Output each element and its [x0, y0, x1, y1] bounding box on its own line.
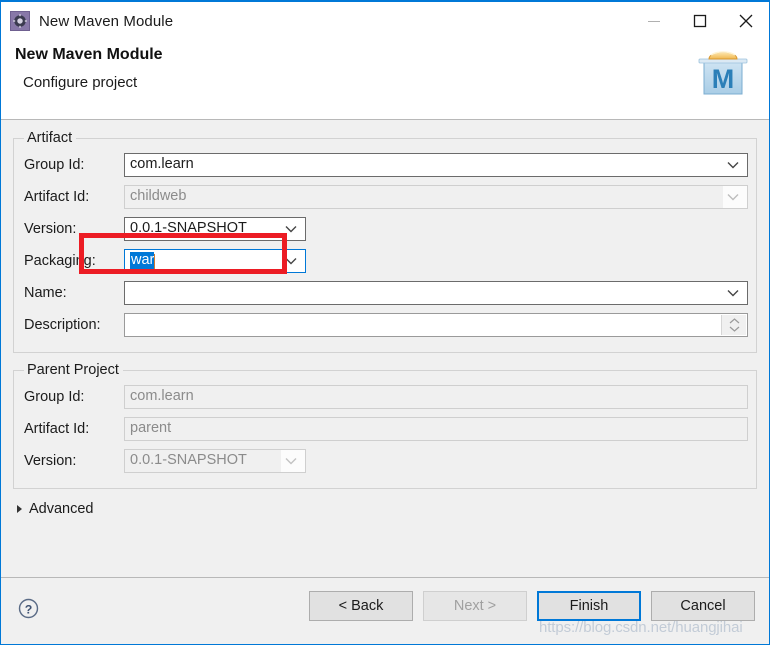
parent-project-group-legend: Parent Project: [27, 362, 119, 378]
parent-artifact-id-input: parent: [124, 417, 748, 441]
text-caret: [154, 253, 156, 269]
parent-artifact-id-label: Artifact Id:: [24, 421, 90, 437]
back-button[interactable]: < Back: [309, 591, 413, 621]
artifact-description-label: Description:: [24, 317, 101, 333]
chevron-down-icon: [285, 458, 297, 465]
chevron-right-icon: [17, 505, 22, 513]
advanced-expander[interactable]: Advanced: [13, 498, 757, 517]
artifact-name-row: Name:: [22, 278, 748, 308]
artifact-version-label: Version:: [24, 221, 77, 237]
artifact-group: Artifact Group Id: com.learn Artifact Id…: [13, 130, 757, 353]
parent-group-id-value: com.learn: [130, 388, 194, 405]
artifact-packaging-row: Packaging: war: [22, 246, 748, 276]
chevron-down-icon: [285, 226, 297, 233]
watermark-text: https://blog.csdn.net/huangjihai: [539, 619, 743, 636]
parent-project-group: Parent Project Group Id: com.learn Artif…: [13, 362, 757, 489]
artifact-group-id-value: com.learn: [130, 156, 194, 173]
close-icon: [739, 14, 753, 28]
maximize-button[interactable]: [677, 2, 723, 40]
advanced-label: Advanced: [29, 501, 94, 517]
title-bar: New Maven Module: [1, 2, 769, 40]
artifact-description-row: Description:: [22, 310, 748, 340]
artifact-group-id-row: Group Id: com.learn: [22, 150, 748, 180]
svg-text:?: ?: [25, 602, 33, 616]
artifact-version-combo[interactable]: 0.0.1-SNAPSHOT: [124, 217, 306, 241]
new-maven-module-dialog: New Maven Module New Maven Module Config…: [0, 0, 770, 645]
parent-group-id-row: Group Id: com.learn: [22, 382, 748, 412]
wizard-header: New Maven Module Configure project M: [1, 40, 769, 120]
parent-version-label: Version:: [24, 453, 77, 469]
artifact-description-input[interactable]: [124, 313, 748, 337]
page-title: New Maven Module: [15, 46, 163, 63]
parent-artifact-id-value: parent: [130, 420, 172, 437]
chevron-up-icon: [729, 318, 739, 324]
chevron-down-icon: [727, 194, 739, 201]
artifact-version-row: Version: 0.0.1-SNAPSHOT: [22, 214, 748, 244]
artifact-version-value: 0.0.1-SNAPSHOT: [130, 220, 247, 237]
window-title: New Maven Module: [39, 12, 174, 30]
parent-version-combo: 0.0.1-SNAPSHOT: [124, 449, 306, 473]
cancel-button[interactable]: Cancel: [651, 591, 755, 621]
artifact-group-legend: Artifact: [27, 130, 73, 146]
minimize-button[interactable]: [631, 2, 677, 40]
next-button: Next >: [423, 591, 527, 621]
artifact-group-id-combo[interactable]: com.learn: [124, 153, 748, 177]
artifact-artifact-id-value: childweb: [130, 188, 187, 205]
maximize-icon: [693, 14, 707, 28]
artifact-name-combo[interactable]: [124, 281, 748, 305]
packaging-combo[interactable]: war: [124, 249, 306, 273]
help-question-icon[interactable]: ?: [18, 598, 39, 619]
maven-logo-icon: M: [698, 51, 748, 95]
description-resize-spinner[interactable]: [721, 315, 746, 335]
artifact-packaging-label: Packaging:: [24, 253, 96, 269]
gear-glyph: [13, 14, 27, 28]
dialog-button-bar: < Back Next > Finish Cancel: [309, 591, 755, 621]
parent-version-value: 0.0.1-SNAPSHOT: [130, 452, 247, 469]
packaging-value: war: [130, 252, 155, 270]
chevron-down-icon: [727, 290, 739, 297]
artifact-artifact-id-label: Artifact Id:: [24, 189, 90, 205]
artifact-artifact-id-combo: childweb: [124, 185, 748, 209]
chevron-down-icon: [729, 326, 739, 332]
window-controls: [631, 2, 769, 40]
artifact-artifact-id-row: Artifact Id: childweb: [22, 182, 748, 212]
maven-module-gear-icon: [10, 11, 30, 31]
close-button[interactable]: [723, 2, 769, 40]
minimize-icon: [648, 21, 660, 22]
wizard-body: Artifact Group Id: com.learn Artifact Id…: [1, 120, 769, 579]
parent-group-id-label: Group Id:: [24, 389, 85, 405]
page-subtitle: Configure project: [23, 74, 138, 91]
parent-artifact-id-row: Artifact Id: parent: [22, 414, 748, 444]
finish-button[interactable]: Finish: [537, 591, 641, 621]
artifact-group-id-label: Group Id:: [24, 157, 85, 173]
dialog-footer: ? < Back Next > Finish Cancel https://bl…: [1, 577, 769, 644]
chevron-down-icon: [727, 162, 739, 169]
parent-group-id-input: com.learn: [124, 385, 748, 409]
artifact-name-label: Name:: [24, 285, 67, 301]
svg-text:M: M: [712, 64, 735, 94]
parent-version-row: Version: 0.0.1-SNAPSHOT: [22, 446, 748, 476]
chevron-down-icon: [285, 258, 297, 265]
